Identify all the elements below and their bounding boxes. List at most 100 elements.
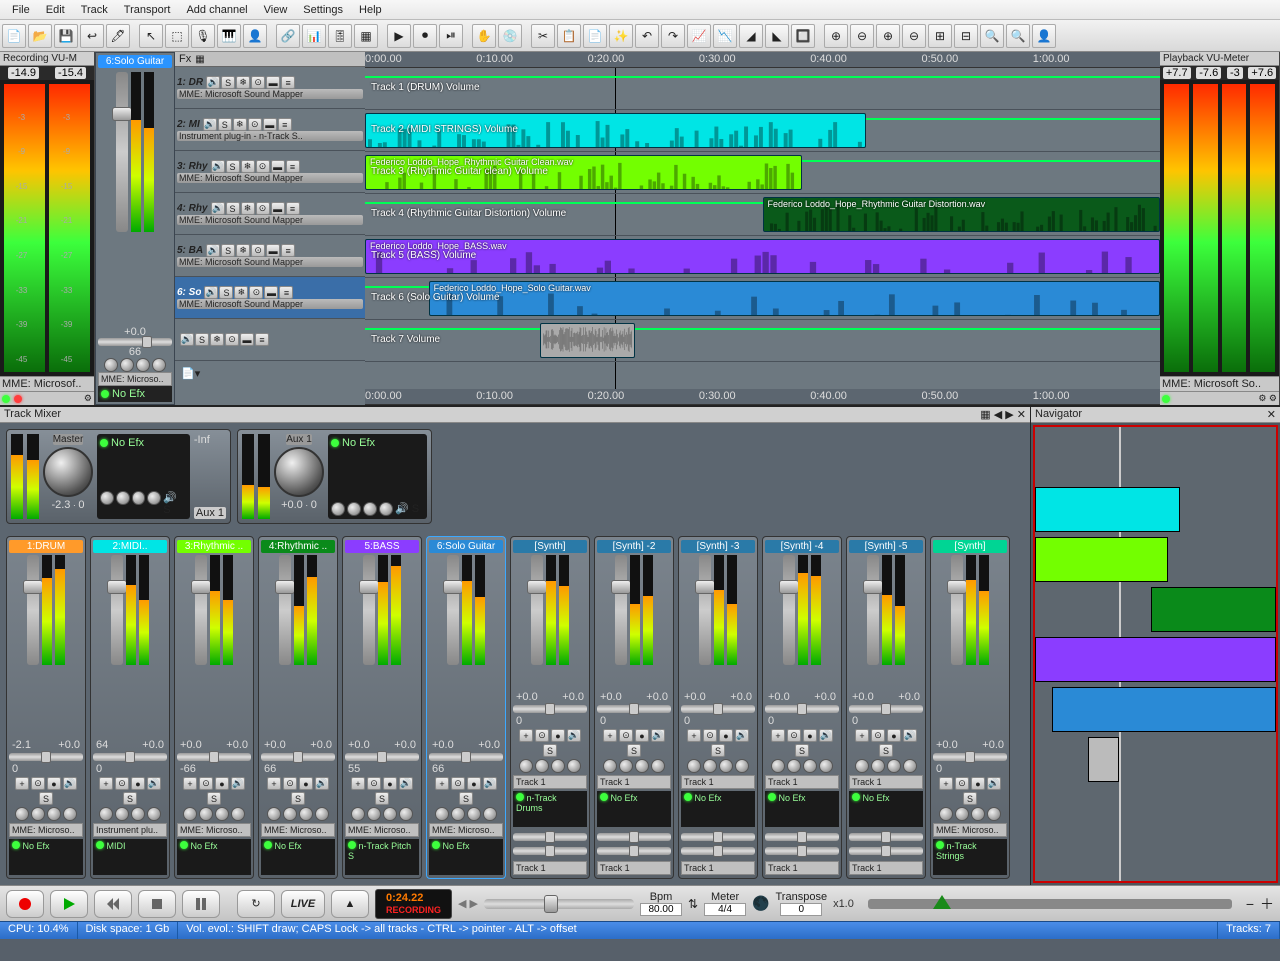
eq-knob[interactable] bbox=[619, 759, 633, 773]
channel-eq-knobs[interactable] bbox=[104, 358, 166, 372]
clip-row[interactable]: Federico Loddo_Hope_Solo Guitar.wavTrack… bbox=[365, 278, 1160, 320]
eq-knob[interactable] bbox=[383, 807, 397, 821]
pan-slider[interactable] bbox=[849, 705, 923, 713]
rewind-button[interactable] bbox=[94, 890, 132, 918]
menu-settings[interactable]: Settings bbox=[295, 4, 351, 16]
play-button[interactable] bbox=[50, 890, 88, 918]
toolbar-button[interactable]: 📉 bbox=[713, 24, 737, 48]
channel-efx[interactable]: n-Track Drums bbox=[513, 791, 587, 827]
eq-knob[interactable] bbox=[283, 807, 297, 821]
toolbar-button[interactable]: ▶ bbox=[387, 24, 411, 48]
eq-knob[interactable] bbox=[199, 807, 213, 821]
toolbar-button[interactable]: 🔍 bbox=[980, 24, 1004, 48]
channel-control-icon[interactable]: ● bbox=[887, 729, 901, 742]
track-control-icon[interactable]: 🔊 bbox=[206, 244, 220, 257]
channel-efx[interactable]: No Efx bbox=[681, 791, 755, 827]
mixer-controls[interactable]: ▦ ◀ ▶ ✕ bbox=[980, 408, 1026, 421]
channel-output[interactable]: Track 1 bbox=[513, 775, 587, 789]
track-control-icon[interactable]: S bbox=[226, 202, 240, 215]
fader-handle[interactable] bbox=[947, 580, 967, 594]
channel-control-icon[interactable]: + bbox=[99, 777, 113, 790]
toolbar-button[interactable]: ⏯ bbox=[439, 24, 463, 48]
menu-edit[interactable]: Edit bbox=[38, 4, 73, 16]
track-header[interactable]: 3: Rhy🔊S❄⊙▬≡MME: Microsoft Sound Mapper bbox=[175, 151, 365, 193]
eq-knob[interactable] bbox=[147, 807, 161, 821]
channel-title[interactable]: [Synth] bbox=[513, 540, 587, 553]
fader-handle[interactable] bbox=[23, 580, 43, 594]
track-control-icon[interactable]: S bbox=[221, 244, 235, 257]
toolbar-button[interactable]: ↷ bbox=[661, 24, 685, 48]
pan-slider[interactable] bbox=[513, 705, 587, 713]
track-control-icon[interactable]: ▬ bbox=[264, 286, 278, 299]
navigator-clip[interactable] bbox=[1035, 537, 1168, 582]
channel-control-icon[interactable]: 🔊 bbox=[819, 729, 833, 742]
pb-vu-controls[interactable]: ⚙ ⚙ bbox=[1160, 391, 1279, 405]
channel-control-icon[interactable]: ⊙ bbox=[31, 777, 45, 790]
track-control-icon[interactable]: S bbox=[218, 118, 232, 131]
track-control-icon[interactable]: ≡ bbox=[281, 244, 295, 257]
eq-knob[interactable] bbox=[887, 759, 901, 773]
menu-view[interactable]: View bbox=[256, 4, 296, 16]
fader-handle[interactable] bbox=[695, 580, 715, 594]
eq-knob[interactable] bbox=[971, 807, 985, 821]
toolbar-button[interactable]: 🖊 bbox=[106, 24, 130, 48]
channel-output[interactable]: MME: Microso.. bbox=[261, 823, 335, 837]
toolbar-button[interactable]: 📋 bbox=[557, 24, 581, 48]
channel-control-icon[interactable]: + bbox=[855, 729, 869, 742]
eq-knob[interactable] bbox=[871, 759, 885, 773]
toolbar-button[interactable]: ⊕ bbox=[876, 24, 900, 48]
eq-knob[interactable] bbox=[351, 807, 365, 821]
meter-field[interactable]: Meter bbox=[704, 891, 746, 916]
track-control-icon[interactable]: 🔊 bbox=[206, 76, 220, 89]
menu-track[interactable]: Track bbox=[73, 4, 116, 16]
track-output[interactable]: MME: Microsoft Sound Mapper bbox=[177, 173, 363, 183]
track-control-icon[interactable]: 🔊 bbox=[203, 118, 217, 131]
toolbar-button[interactable]: ⊟ bbox=[954, 24, 978, 48]
channel-title[interactable]: [Synth] bbox=[933, 540, 1007, 553]
track-output[interactable]: MME: Microsoft Sound Mapper bbox=[177, 89, 363, 99]
track-control-icon[interactable]: 🔊 bbox=[211, 160, 225, 173]
channel-control-icon[interactable]: S bbox=[543, 744, 557, 757]
channel-control-icon[interactable]: ● bbox=[803, 729, 817, 742]
track-control-icon[interactable]: 🔊 bbox=[204, 286, 218, 299]
aux-efx[interactable]: No Efx 🔊 S bbox=[328, 434, 427, 519]
navigator-close[interactable]: ✕ bbox=[1267, 408, 1276, 421]
track-output[interactable]: MME: Microsoft Sound Mapper bbox=[177, 257, 363, 267]
eq-knob[interactable] bbox=[603, 759, 617, 773]
channel-control-icon[interactable]: ● bbox=[215, 777, 229, 790]
eq-knob[interactable] bbox=[567, 759, 581, 773]
toolbar-button[interactable]: 🎹 bbox=[217, 24, 241, 48]
channel-control-icon[interactable]: S bbox=[711, 744, 725, 757]
eq-knob[interactable] bbox=[15, 807, 29, 821]
channel-efx[interactable]: No Efx bbox=[849, 791, 923, 827]
toolbar-button[interactable]: ✨ bbox=[609, 24, 633, 48]
toolbar-button[interactable]: 🔲 bbox=[791, 24, 815, 48]
toolbar-button[interactable]: 🎙 bbox=[191, 24, 215, 48]
channel-control-icon[interactable]: ⊙ bbox=[199, 777, 213, 790]
track-control-icon[interactable]: ❄ bbox=[241, 160, 255, 173]
navigator-clip[interactable] bbox=[1052, 687, 1276, 732]
eq-knob[interactable] bbox=[215, 807, 229, 821]
fader-handle[interactable] bbox=[359, 580, 379, 594]
channel-title[interactable]: [Synth] -3 bbox=[681, 540, 755, 553]
channel-output[interactable]: MME: Microso.. bbox=[429, 823, 503, 837]
channel-efx[interactable]: n-Track Pitch S bbox=[345, 839, 419, 875]
channel-control-icon[interactable]: + bbox=[435, 777, 449, 790]
zoom-in[interactable]: ＋ bbox=[1260, 894, 1274, 914]
toolbar-button[interactable]: ⬚ bbox=[165, 24, 189, 48]
track-control-icon[interactable]: ▬ bbox=[266, 244, 280, 257]
channel-control-icon[interactable]: 🔊 bbox=[147, 777, 161, 790]
track-control-icon[interactable]: ▬ bbox=[266, 76, 280, 89]
channel-output[interactable]: MME: Microso.. bbox=[177, 823, 251, 837]
menu-file[interactable]: File bbox=[4, 4, 38, 16]
channel-control-icon[interactable]: ● bbox=[47, 777, 61, 790]
eq-knob[interactable] bbox=[819, 759, 833, 773]
channel-control-icon[interactable]: 🔊 bbox=[63, 777, 77, 790]
channel-control-icon[interactable]: ⊙ bbox=[283, 777, 297, 790]
fader-handle[interactable] bbox=[779, 580, 799, 594]
channel-title[interactable]: 4:Rhythmic .. bbox=[261, 540, 335, 553]
channel-efx[interactable]: n-Track Strings bbox=[933, 839, 1007, 875]
track-control-icon[interactable]: ≡ bbox=[278, 118, 292, 131]
channel-control-icon[interactable]: S bbox=[375, 792, 389, 805]
position-slider[interactable] bbox=[868, 899, 1232, 909]
